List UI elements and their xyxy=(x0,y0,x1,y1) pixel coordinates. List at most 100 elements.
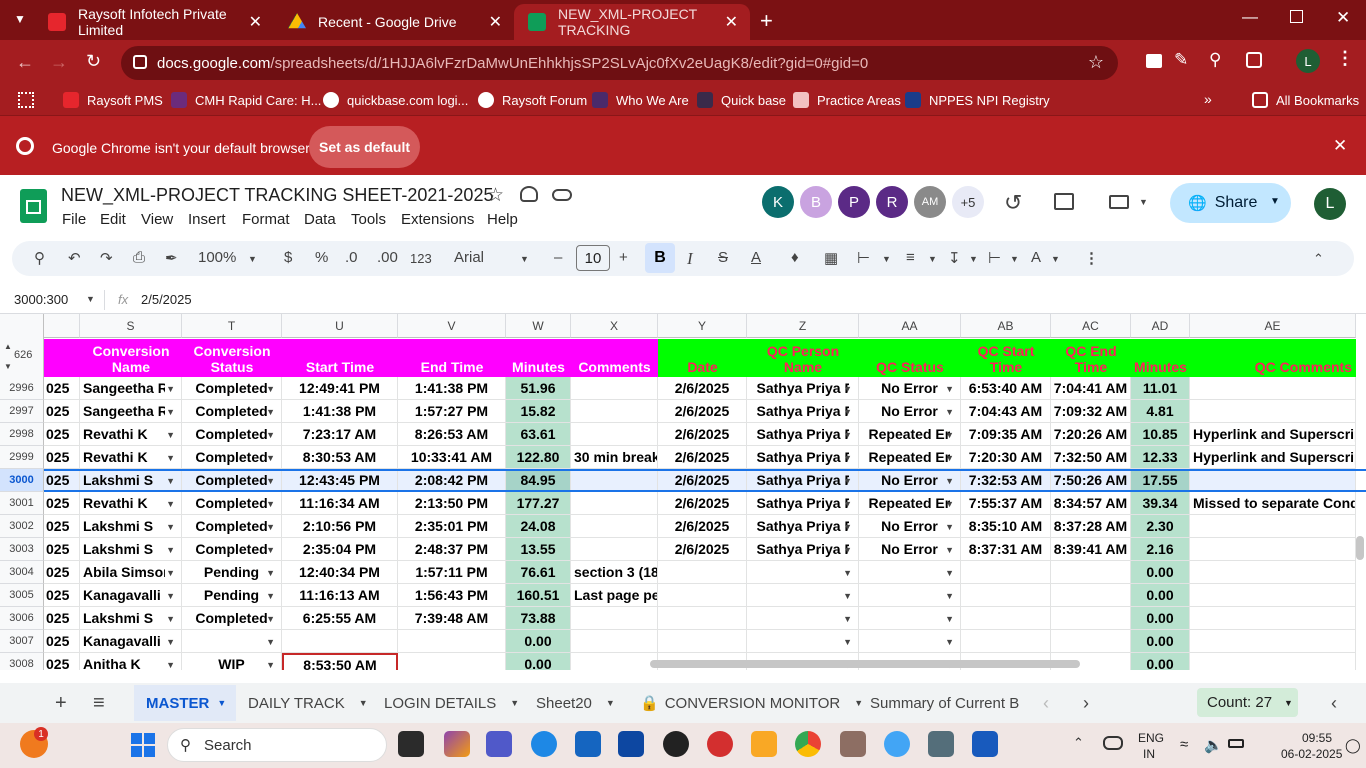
cell-u[interactable]: 8:53:50 AM xyxy=(282,653,398,670)
cell-r[interactable]: 025 xyxy=(44,423,80,446)
dropdown-chip-icon[interactable]: ▼ xyxy=(266,568,275,578)
header-cell-z[interactable]: QC Person Name xyxy=(747,339,859,377)
percent-format-button[interactable]: % xyxy=(315,249,328,266)
app-icon[interactable] xyxy=(884,731,910,757)
cell-ac[interactable]: 8:34:57 AM xyxy=(1051,492,1131,515)
column-header-ad[interactable]: AD xyxy=(1131,314,1190,338)
cell-ad[interactable]: 10.85 xyxy=(1131,423,1190,446)
cell-s[interactable]: Sangeetha R ▼ xyxy=(80,400,182,423)
cell-r[interactable]: 025 xyxy=(44,607,80,630)
tab-dropdown-icon[interactable]: ▼ xyxy=(217,698,226,708)
cell-z[interactable]: Sathya Priya R ▼ xyxy=(747,492,859,515)
cell-ae[interactable]: Hyperlink and Superscript @ xyxy=(1190,423,1356,446)
volume-icon[interactable]: 🔈 xyxy=(1204,736,1223,754)
cell-aa[interactable]: No Error ▼ xyxy=(859,469,961,492)
cell-v[interactable]: 2:35:01 PM xyxy=(398,515,506,538)
column-header-t[interactable]: T xyxy=(182,314,282,338)
cell-ae[interactable] xyxy=(1190,561,1356,584)
cell-ae[interactable]: Hyperlink and Superscript @ xyxy=(1190,446,1356,469)
cell-y[interactable] xyxy=(658,584,747,607)
cell-ab[interactable]: 7:20:30 AM xyxy=(961,446,1051,469)
name-box[interactable]: 3000:300 xyxy=(14,292,68,307)
redo-icon[interactable]: ↷ xyxy=(100,249,113,267)
cell-ac[interactable]: 7:50:26 AM xyxy=(1051,469,1131,492)
cell-ae[interactable] xyxy=(1190,630,1356,653)
cell-t[interactable]: Completed ▼ xyxy=(182,515,282,538)
cell-z[interactable]: Sathya Priya R ▼ xyxy=(747,400,859,423)
cell-z[interactable]: Sathya Priya R ▼ xyxy=(747,515,859,538)
explore-panel-toggle-icon[interactable]: ‹ xyxy=(1331,685,1337,721)
store-icon[interactable] xyxy=(575,731,601,757)
cell-w[interactable]: 76.61 xyxy=(506,561,571,584)
header-cell-ac[interactable]: QC End Time xyxy=(1051,339,1131,377)
cell-ad[interactable]: 11.01 xyxy=(1131,377,1190,400)
column-header-ab[interactable]: AB xyxy=(961,314,1051,338)
cell-ae[interactable] xyxy=(1190,584,1356,607)
cell-ad[interactable]: 0.00 xyxy=(1131,630,1190,653)
document-title[interactable]: NEW_XML-PROJECT TRACKING SHEET-2021-2025 xyxy=(61,185,493,206)
dropdown-chip-icon[interactable]: ▼ xyxy=(266,430,275,440)
bookmark-raysoft-pms[interactable]: Raysoft PMS xyxy=(63,91,163,109)
cell-aa[interactable]: No Error ▼ xyxy=(859,400,961,423)
cell-t[interactable]: Pending ▼ xyxy=(182,584,282,607)
dropdown-chip-icon[interactable]: ▼ xyxy=(166,591,175,601)
cell-ac[interactable]: 8:37:28 AM xyxy=(1051,515,1131,538)
cell-z[interactable]: ▼ xyxy=(747,607,859,630)
selection-count[interactable]: Count: 27 ▼ xyxy=(1197,688,1298,717)
font-dropdown-icon[interactable]: ▼ xyxy=(520,254,529,264)
close-tab-icon[interactable]: ✕ xyxy=(725,12,738,32)
print-icon[interactable]: ⎙ xyxy=(133,249,145,266)
cell-x[interactable] xyxy=(571,492,658,515)
windows-start-icon[interactable] xyxy=(131,733,155,757)
rotation-dropdown-icon[interactable]: ▼ xyxy=(1051,254,1060,264)
cell-w[interactable]: 0.00 xyxy=(506,630,571,653)
cell-ab[interactable] xyxy=(961,630,1051,653)
cell-ad[interactable]: 0.00 xyxy=(1131,584,1190,607)
count-dropdown-icon[interactable]: ▼ xyxy=(1284,698,1293,708)
bookmark-nppes[interactable]: NPPES NPI Registry xyxy=(905,91,1050,109)
font-size-input[interactable]: 10 xyxy=(576,245,610,271)
cell-ac[interactable] xyxy=(1051,607,1131,630)
column-header-ae[interactable]: AE xyxy=(1190,314,1356,338)
row-header[interactable]: 3005 xyxy=(0,584,44,607)
cell-ab[interactable] xyxy=(961,584,1051,607)
tab-dropdown-icon[interactable]: ▼ xyxy=(359,698,368,708)
collaborator-avatar[interactable]: K xyxy=(762,186,794,218)
column-header-s[interactable]: S xyxy=(80,314,182,338)
column-header-u[interactable]: U xyxy=(282,314,398,338)
cell-s[interactable]: Revathi K ▼ xyxy=(80,492,182,515)
cell-x[interactable] xyxy=(571,377,658,400)
cell-ae[interactable] xyxy=(1190,469,1356,492)
collaborator-avatar[interactable]: B xyxy=(800,186,832,218)
cell-y[interactable] xyxy=(658,561,747,584)
cell-x[interactable] xyxy=(571,538,658,561)
fill-color-icon[interactable]: ♦ xyxy=(791,249,799,266)
scroll-tabs-left-icon[interactable]: ‹ xyxy=(1043,685,1049,721)
number-format-button[interactable]: 123 xyxy=(410,251,432,266)
dropdown-chip-icon[interactable]: ▼ xyxy=(945,614,954,624)
apps-grid-icon[interactable] xyxy=(18,92,34,108)
dropdown-chip-icon[interactable]: ▼ xyxy=(166,614,175,624)
bookmark-quick-base[interactable]: Quick base xyxy=(697,91,786,109)
chrome-taskbar-icon[interactable] xyxy=(795,731,821,757)
bookmark-practice-areas[interactable]: Practice Areas xyxy=(793,91,901,109)
cell-t[interactable]: Completed ▼ xyxy=(182,538,282,561)
cell-r[interactable]: 025 xyxy=(44,469,80,492)
word-icon[interactable] xyxy=(972,731,998,757)
cell-v[interactable] xyxy=(398,630,506,653)
cell-u[interactable] xyxy=(282,630,398,653)
cell-ac[interactable]: 7:09:32 AM xyxy=(1051,400,1131,423)
cell-v[interactable]: 1:56:43 PM xyxy=(398,584,506,607)
set-as-default-button[interactable]: Set as default xyxy=(309,126,420,168)
valign-dropdown-icon[interactable]: ▼ xyxy=(969,254,978,264)
dropdown-chip-icon[interactable]: ▼ xyxy=(843,637,852,647)
column-header-z[interactable]: Z xyxy=(747,314,859,338)
cell-ab[interactable]: 7:04:43 AM xyxy=(961,400,1051,423)
borders-icon[interactable]: ▦ xyxy=(824,249,838,267)
decrease-decimal-button[interactable]: .0 xyxy=(345,249,358,266)
text-color-button[interactable]: A xyxy=(751,249,761,266)
close-tab-icon[interactable]: ✕ xyxy=(249,12,262,32)
column-header-w[interactable]: W xyxy=(506,314,571,338)
cell-ab[interactable] xyxy=(961,561,1051,584)
search-menus-icon[interactable]: ⚲ xyxy=(34,249,45,267)
